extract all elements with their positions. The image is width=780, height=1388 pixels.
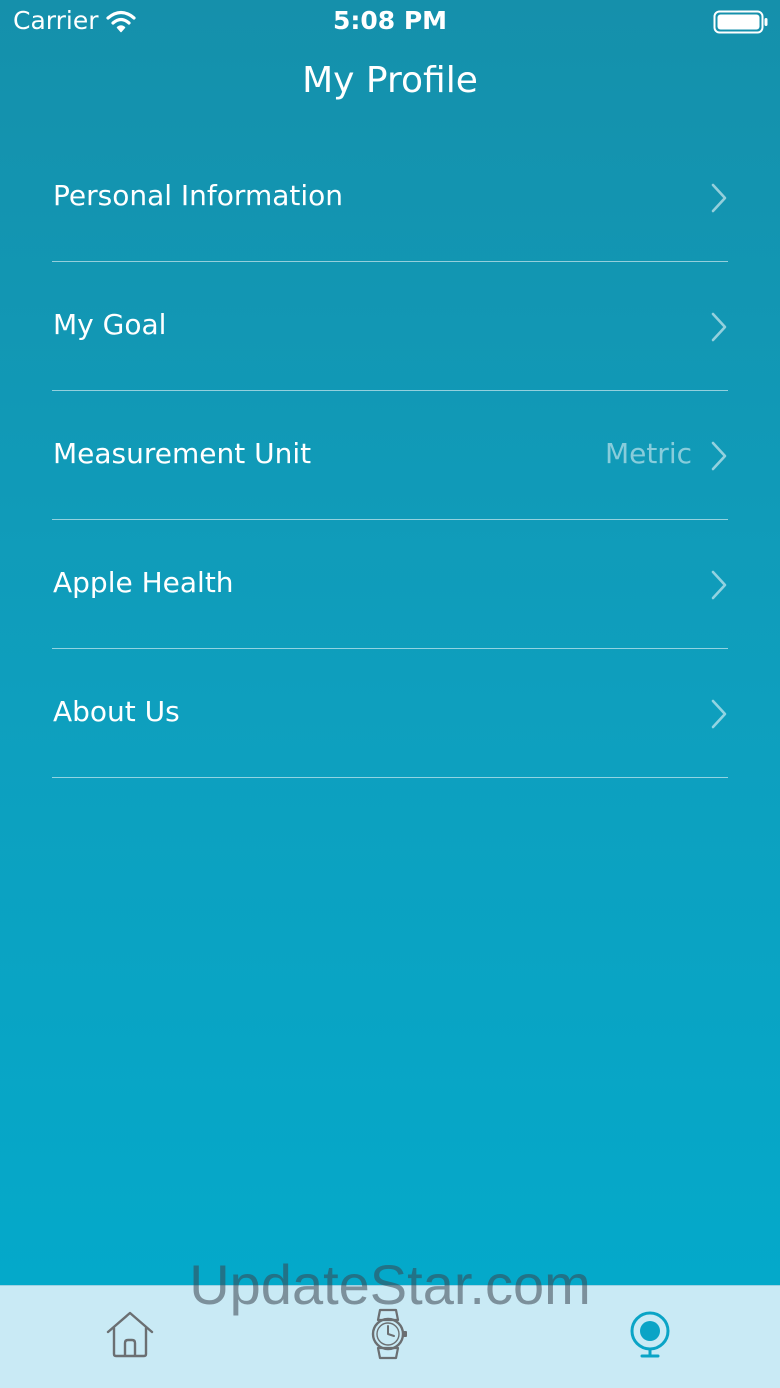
chevron-right-icon xyxy=(711,699,727,729)
battery-full-icon xyxy=(713,10,768,34)
watch-icon xyxy=(371,1308,407,1360)
home-icon xyxy=(106,1311,154,1358)
status-time: 5:08 PM xyxy=(332,6,448,35)
chevron-right-icon xyxy=(711,183,727,213)
tab-watch[interactable] xyxy=(358,1304,418,1364)
menu-item-label: My Goal xyxy=(53,308,167,341)
tab-home[interactable] xyxy=(100,1304,160,1364)
tab-profile[interactable] xyxy=(620,1304,680,1364)
profile-screen: Carrier 5:08 PM My Profile Personal Info… xyxy=(0,0,780,1285)
menu-item-label: Apple Health xyxy=(53,566,234,599)
chevron-right-icon xyxy=(711,570,727,600)
menu-item-personal-information[interactable]: Personal Information xyxy=(52,133,728,262)
menu-item-my-goal[interactable]: My Goal xyxy=(52,262,728,391)
chevron-right-icon xyxy=(711,441,727,471)
menu-item-label: Personal Information xyxy=(53,179,344,212)
menu-item-apple-health[interactable]: Apple Health xyxy=(52,520,728,649)
chevron-right-icon xyxy=(711,312,727,342)
menu-item-measurement-unit[interactable]: Measurement Unit Metric xyxy=(52,391,728,520)
menu-item-label: Measurement Unit xyxy=(53,437,312,470)
profile-icon xyxy=(630,1311,670,1358)
status-bar: Carrier 5:08 PM xyxy=(0,0,780,44)
menu-item-about-us[interactable]: About Us xyxy=(52,649,728,778)
menu-item-label: About Us xyxy=(53,695,180,728)
tab-bar xyxy=(0,1285,780,1388)
measurement-unit-value: Metric xyxy=(604,437,692,470)
page-title: My Profile xyxy=(302,60,478,101)
profile-menu: Personal Information My Goal Measurement… xyxy=(52,133,728,778)
